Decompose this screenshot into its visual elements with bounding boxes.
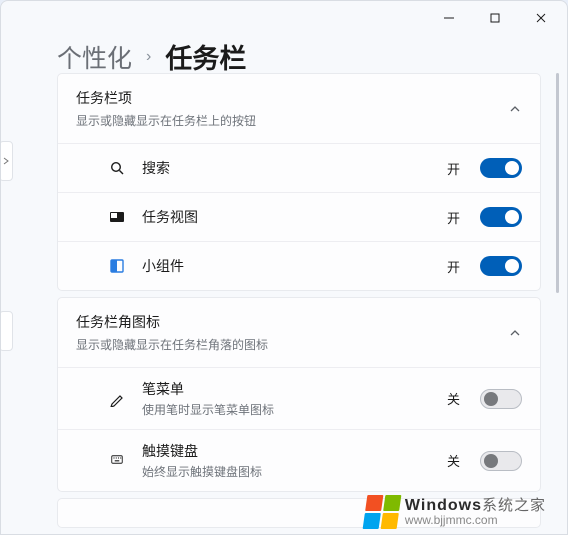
minimize-icon bbox=[443, 12, 455, 24]
titlebar bbox=[1, 1, 567, 35]
chevron-right-icon bbox=[2, 157, 10, 165]
toggle-taskview[interactable] bbox=[480, 207, 522, 227]
settings-window: 个性化 › 任务栏 任务栏项 显示或隐藏显示在任务栏上的按钮 搜索 开 bbox=[0, 0, 568, 535]
row-label: 任务视图 bbox=[142, 207, 431, 227]
scrollbar[interactable] bbox=[556, 73, 559, 293]
section-header-items[interactable]: 任务栏项 显示或隐藏显示在任务栏上的按钮 bbox=[58, 74, 540, 143]
section-corner-icons: 任务栏角图标 显示或隐藏显示在任务栏角落的图标 笔菜单 使用笔时显示笔菜单图标 … bbox=[57, 297, 541, 492]
toggle-state: 开 bbox=[447, 208, 460, 227]
toggle-state: 关 bbox=[447, 451, 460, 470]
watermark-brand: Windows系统之家 bbox=[405, 498, 546, 514]
search-icon bbox=[108, 159, 126, 177]
watermark-url: www.bjjmmc.com bbox=[405, 514, 546, 526]
row-sublabel: 使用笔时显示笔菜单图标 bbox=[142, 401, 431, 418]
windows-logo-icon bbox=[363, 495, 402, 529]
chevron-up-icon bbox=[508, 102, 522, 116]
keyboard-icon bbox=[108, 452, 126, 470]
section-title: 任务栏角图标 bbox=[76, 312, 268, 332]
row-touch-keyboard: 触摸键盘 始终显示触摸键盘图标 关 bbox=[58, 429, 540, 491]
row-taskview: 任务视图 开 bbox=[58, 192, 540, 241]
chevron-right-icon: › bbox=[146, 48, 151, 66]
toggle-touch-keyboard[interactable] bbox=[480, 451, 522, 471]
pen-icon bbox=[108, 390, 126, 408]
peek-card-left bbox=[0, 141, 13, 181]
section-subtitle: 显示或隐藏显示在任务栏上的按钮 bbox=[76, 112, 256, 129]
section-header-corner[interactable]: 任务栏角图标 显示或隐藏显示在任务栏角落的图标 bbox=[58, 298, 540, 367]
breadcrumb-parent[interactable]: 个性化 bbox=[57, 39, 132, 75]
row-widgets: 小组件 开 bbox=[58, 241, 540, 290]
close-button[interactable] bbox=[519, 4, 563, 32]
page-title: 任务栏 bbox=[165, 37, 246, 76]
toggle-state: 开 bbox=[447, 257, 460, 276]
row-pen-menu: 笔菜单 使用笔时显示笔菜单图标 关 bbox=[58, 367, 540, 429]
minimize-button[interactable] bbox=[427, 4, 471, 32]
toggle-state: 关 bbox=[447, 389, 460, 408]
row-sublabel: 始终显示触摸键盘图标 bbox=[142, 463, 431, 480]
row-label: 小组件 bbox=[142, 256, 431, 276]
toggle-pen[interactable] bbox=[480, 389, 522, 409]
taskview-icon bbox=[108, 208, 126, 226]
section-subtitle: 显示或隐藏显示在任务栏角落的图标 bbox=[76, 336, 268, 353]
toggle-search[interactable] bbox=[480, 158, 522, 178]
row-label: 搜索 bbox=[142, 158, 431, 178]
maximize-button[interactable] bbox=[473, 4, 517, 32]
peek-card-left bbox=[0, 311, 13, 351]
section-title: 任务栏项 bbox=[76, 88, 256, 108]
section-taskbar-items: 任务栏项 显示或隐藏显示在任务栏上的按钮 搜索 开 任务视图 bbox=[57, 73, 541, 291]
watermark: Windows系统之家 www.bjjmmc.com bbox=[365, 495, 546, 529]
widgets-icon bbox=[108, 257, 126, 275]
toggle-state: 开 bbox=[447, 159, 460, 178]
row-search: 搜索 开 bbox=[58, 143, 540, 192]
content-area: 任务栏项 显示或隐藏显示在任务栏上的按钮 搜索 开 任务视图 bbox=[57, 73, 541, 534]
maximize-icon bbox=[489, 12, 501, 24]
row-label: 笔菜单 bbox=[142, 379, 431, 399]
row-label: 触摸键盘 bbox=[142, 441, 431, 461]
close-icon bbox=[535, 12, 547, 24]
chevron-up-icon bbox=[508, 326, 522, 340]
toggle-widgets[interactable] bbox=[480, 256, 522, 276]
